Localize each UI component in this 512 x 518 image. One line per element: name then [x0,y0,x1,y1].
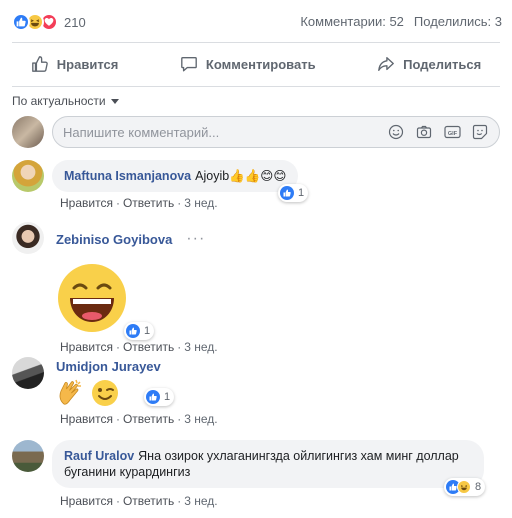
comment-input[interactable]: Напишите комментарий... GIF [52,116,500,148]
winking-face-icon [92,380,118,406]
comment-like-link[interactable]: Нравится [60,412,113,426]
comment-button[interactable]: Комментировать [160,49,336,79]
clapping-hands-icon [59,379,81,405]
comment-meta: Нравится · Ответить · 3 нед. [60,412,218,426]
post-stats: Комментарии: 52 Поделились: 3 [300,14,502,29]
comment-reply-link[interactable]: Ответить [123,340,174,354]
comment-item: Maftuna Ismanjanova Ajoyib👍👍😊😊 1 Нравится… [12,160,500,210]
shares-count-link[interactable]: Поделились: 3 [414,14,502,29]
comment-reply-link[interactable]: Ответить [123,412,174,426]
avatar[interactable] [12,440,44,472]
comment-button-label: Комментировать [205,56,316,72]
comment-author[interactable]: Umidjon Jurayev [56,359,161,374]
reaction-count[interactable]: 210 [64,15,86,30]
comment-timestamp[interactable]: 3 нед. [184,340,217,354]
comment-like-link[interactable]: Нравится [60,340,113,354]
share-arrow-icon [378,57,395,71]
comment-text: Ajoyib👍👍😊😊 [195,169,287,183]
comment-author[interactable]: Maftuna Ismanjanova [64,169,191,183]
emoji-icon[interactable] [387,123,405,141]
sort-label: По актуальности [12,94,106,108]
share-button[interactable]: Поделиться [357,49,501,79]
camera-icon[interactable] [415,123,433,141]
like-reaction-icon [12,13,30,31]
divider [12,86,500,87]
comment-reactions[interactable]: 1 [144,388,175,406]
comment-author[interactable]: Rauf Uralov [64,449,134,463]
emoji-row: 1 [56,378,218,408]
avatar[interactable] [12,357,44,389]
post-action-bar: Нравится Комментировать Поделиться [0,44,512,84]
share-button-label: Поделиться [403,56,482,72]
comment-reply-link[interactable]: Ответить [123,494,174,508]
comment-timestamp[interactable]: 3 нед. [184,494,217,508]
comments-count-link[interactable]: Комментарии: 52 [300,14,404,29]
comment-reactions[interactable]: 8 [444,478,486,496]
comment-author[interactable]: Zebiniso Goyibova [56,232,172,247]
avatar[interactable] [12,222,44,254]
comment-like-link[interactable]: Нравится [60,494,113,508]
haha-reaction-icon [457,480,471,494]
comment-bubble: Rauf Uralov Яна озирок ухлаганингзда ойли… [52,440,484,488]
comment-item: Umidjon Jurayev 1 Нравится · Ответить · 3 не… [12,357,500,426]
chevron-down-icon [110,98,119,104]
comment-bubble: Maftuna Ismanjanova Ajoyib👍👍😊😊 [52,160,299,192]
haha-sticker: 1 [56,262,155,340]
reaction-count: 8 [475,481,482,493]
sticker-icon[interactable] [471,123,489,141]
svg-text:GIF: GIF [447,131,457,137]
thumbs-up-icon [31,56,48,72]
current-user-avatar[interactable] [12,116,44,148]
more-options-icon[interactable]: ··· [186,230,205,248]
comment-timestamp[interactable]: 3 нед. [184,412,217,426]
comment-meta: Нравится · Ответить · 3 нед. [60,340,218,354]
comment-timestamp[interactable]: 3 нед. [184,196,217,210]
comment-like-link[interactable]: Нравится [60,196,113,210]
avatar[interactable] [12,160,44,192]
reaction-count: 1 [164,391,171,403]
comment-input-placeholder: Напишите комментарий... [63,124,220,140]
comment-reactions[interactable]: 1 [124,322,155,340]
like-reaction-icon [280,186,294,200]
reaction-count: 1 [298,187,305,199]
reactions-summary[interactable]: 210 [12,12,86,32]
comment-item: Zebiniso Goyibova ··· 1 Нравится · Ответит… [12,222,500,354]
comment-meta: Нравится · Ответить · 3 нед. [60,494,218,508]
like-button-label: Нравится [56,56,119,72]
like-reaction-icon [146,390,160,404]
reaction-count: 1 [144,325,151,337]
divider [12,42,500,43]
comment-reactions[interactable]: 1 [278,184,309,202]
comment-item: Rauf Uralov Яна озирок ухлаганингзда ойли… [12,440,500,508]
gif-icon[interactable]: GIF [443,123,461,141]
like-button[interactable]: Нравится [11,49,139,79]
comment-bubble-icon [181,57,197,72]
like-reaction-icon [126,324,140,338]
comment-composer: Напишите комментарий... GIF [12,116,500,148]
comment-meta: Нравится · Ответить · 3 нед. [60,196,218,210]
comment-reply-link[interactable]: Ответить [123,196,174,210]
sort-dropdown[interactable]: По актуальности [12,94,119,108]
